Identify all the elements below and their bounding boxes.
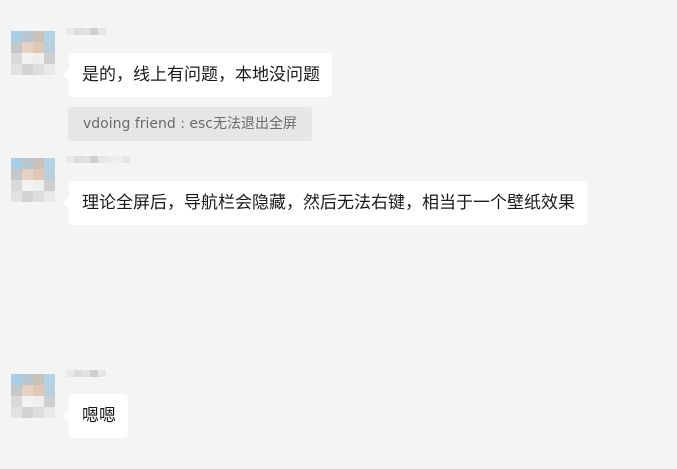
- avatar[interactable]: [11, 158, 55, 202]
- chat-area: 是的，线上有问题，本地没问题 vdoing friend : esc无法退出全屏…: [0, 0, 677, 469]
- sender-name-blurred: [66, 28, 106, 42]
- avatar[interactable]: [11, 31, 55, 75]
- sender-name-blurred: [66, 370, 106, 384]
- avatar[interactable]: [11, 374, 55, 418]
- sender-name-blurred: [66, 156, 130, 170]
- message-bubble[interactable]: 嗯嗯: [63, 394, 128, 438]
- message-bubble[interactable]: 是的，线上有问题，本地没问题: [63, 53, 332, 97]
- quoted-reply[interactable]: vdoing friend : esc无法退出全屏: [68, 107, 313, 141]
- message-bubble[interactable]: 理论全屏后，导航栏会隐藏，然后无法右键，相当于一个壁纸效果: [63, 181, 587, 225]
